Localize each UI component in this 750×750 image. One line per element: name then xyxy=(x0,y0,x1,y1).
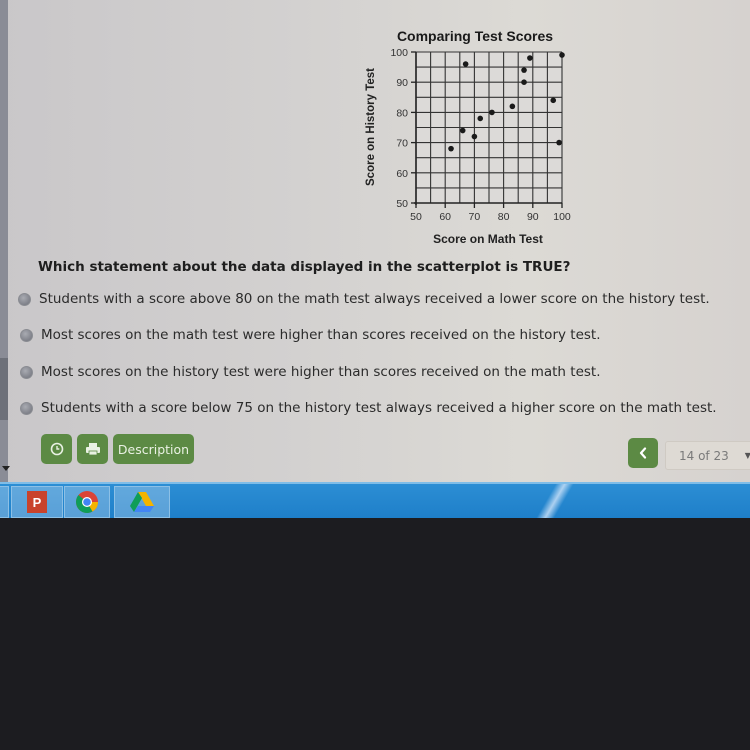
page-indicator: 14 of 23 xyxy=(679,448,729,463)
description-button[interactable]: Description xyxy=(113,434,194,464)
screen-glare xyxy=(520,484,590,518)
data-point xyxy=(448,145,454,152)
page-selector[interactable]: 14 of 23 ▼ xyxy=(665,441,750,470)
answer-option-label: Most scores on the math test were higher… xyxy=(41,327,601,343)
data-point xyxy=(521,67,527,73)
answer-option-label: Students with a score above 80 on the ma… xyxy=(39,291,710,307)
question-text: Which statement about the data displayed… xyxy=(38,259,571,275)
clock-icon xyxy=(50,442,63,456)
taskbar-app-google-drive[interactable] xyxy=(114,486,170,518)
chevron-left-icon xyxy=(639,447,647,459)
timer-button[interactable] xyxy=(41,434,72,464)
quiz-screen: Comparing Test Scores 50 60 70 80 90 100 50 60 7… xyxy=(0,0,750,482)
data-point xyxy=(477,115,484,122)
data-point xyxy=(509,103,516,110)
answer-option-3[interactable]: Most scores on the history test were hig… xyxy=(20,362,601,382)
answer-option-1[interactable]: Students with a score above 80 on the ma… xyxy=(18,289,710,309)
data-point xyxy=(489,109,495,116)
x-tick-label: 50 xyxy=(410,211,422,223)
answer-option-label: Students with a score below 75 on the hi… xyxy=(41,400,717,416)
data-point xyxy=(462,61,469,67)
radio-button[interactable] xyxy=(18,292,31,306)
x-tick-label: 80 xyxy=(498,211,510,223)
taskbar-app-chrome[interactable] xyxy=(64,486,110,518)
y-tick-label: 100 xyxy=(390,47,408,59)
left-scrollbar-thumb[interactable] xyxy=(0,358,8,420)
y-tick-label: 90 xyxy=(396,77,408,89)
chart-grid xyxy=(414,51,563,205)
radio-button[interactable] xyxy=(20,328,33,342)
x-tick-label: 60 xyxy=(439,211,451,223)
radio-button[interactable] xyxy=(20,365,33,379)
y-tick-label: 50 xyxy=(396,198,408,210)
taskbar-edge xyxy=(0,486,9,518)
monitor-bezel xyxy=(0,518,750,750)
caret-down-icon: ▼ xyxy=(744,451,750,460)
data-point xyxy=(521,79,527,85)
data-point xyxy=(527,55,533,61)
answer-option-2[interactable]: Most scores on the math test were higher… xyxy=(20,325,601,345)
y-tick-label: 80 xyxy=(396,107,408,119)
powerpoint-icon: P xyxy=(27,491,47,513)
chart-title: Comparing Test Scores xyxy=(397,28,553,44)
x-tick-label: 100 xyxy=(553,211,571,223)
y-axis-label: Score on History Test xyxy=(365,68,377,186)
taskbar-app-powerpoint[interactable]: P xyxy=(11,486,63,518)
scatterplot-chart: Comparing Test Scores 50 60 70 80 90 100 50 60 7… xyxy=(360,20,590,250)
scroll-arrow-icon xyxy=(2,466,10,471)
data-point xyxy=(550,97,557,104)
y-tick-label: 70 xyxy=(396,138,408,150)
x-tick-label: 90 xyxy=(527,211,539,223)
google-drive-icon xyxy=(130,492,154,512)
radio-button[interactable] xyxy=(20,401,33,415)
data-point xyxy=(471,133,478,140)
data-point xyxy=(459,127,466,134)
previous-question-button[interactable] xyxy=(628,438,658,468)
printer-icon xyxy=(85,443,100,456)
answer-option-4[interactable]: Students with a score below 75 on the hi… xyxy=(20,398,717,418)
windows-taskbar: P xyxy=(0,482,750,518)
data-point xyxy=(556,139,562,146)
chrome-icon xyxy=(76,491,98,513)
answer-option-label: Most scores on the history test were hig… xyxy=(41,364,601,380)
x-axis-label: Score on Math Test xyxy=(433,232,543,246)
scatterplot-svg: Comparing Test Scores 50 60 70 80 90 100 50 60 7… xyxy=(365,28,571,246)
x-tick-label: 70 xyxy=(469,211,481,223)
print-button[interactable] xyxy=(77,434,108,464)
y-tick-label: 60 xyxy=(396,168,408,180)
data-point xyxy=(559,52,565,58)
